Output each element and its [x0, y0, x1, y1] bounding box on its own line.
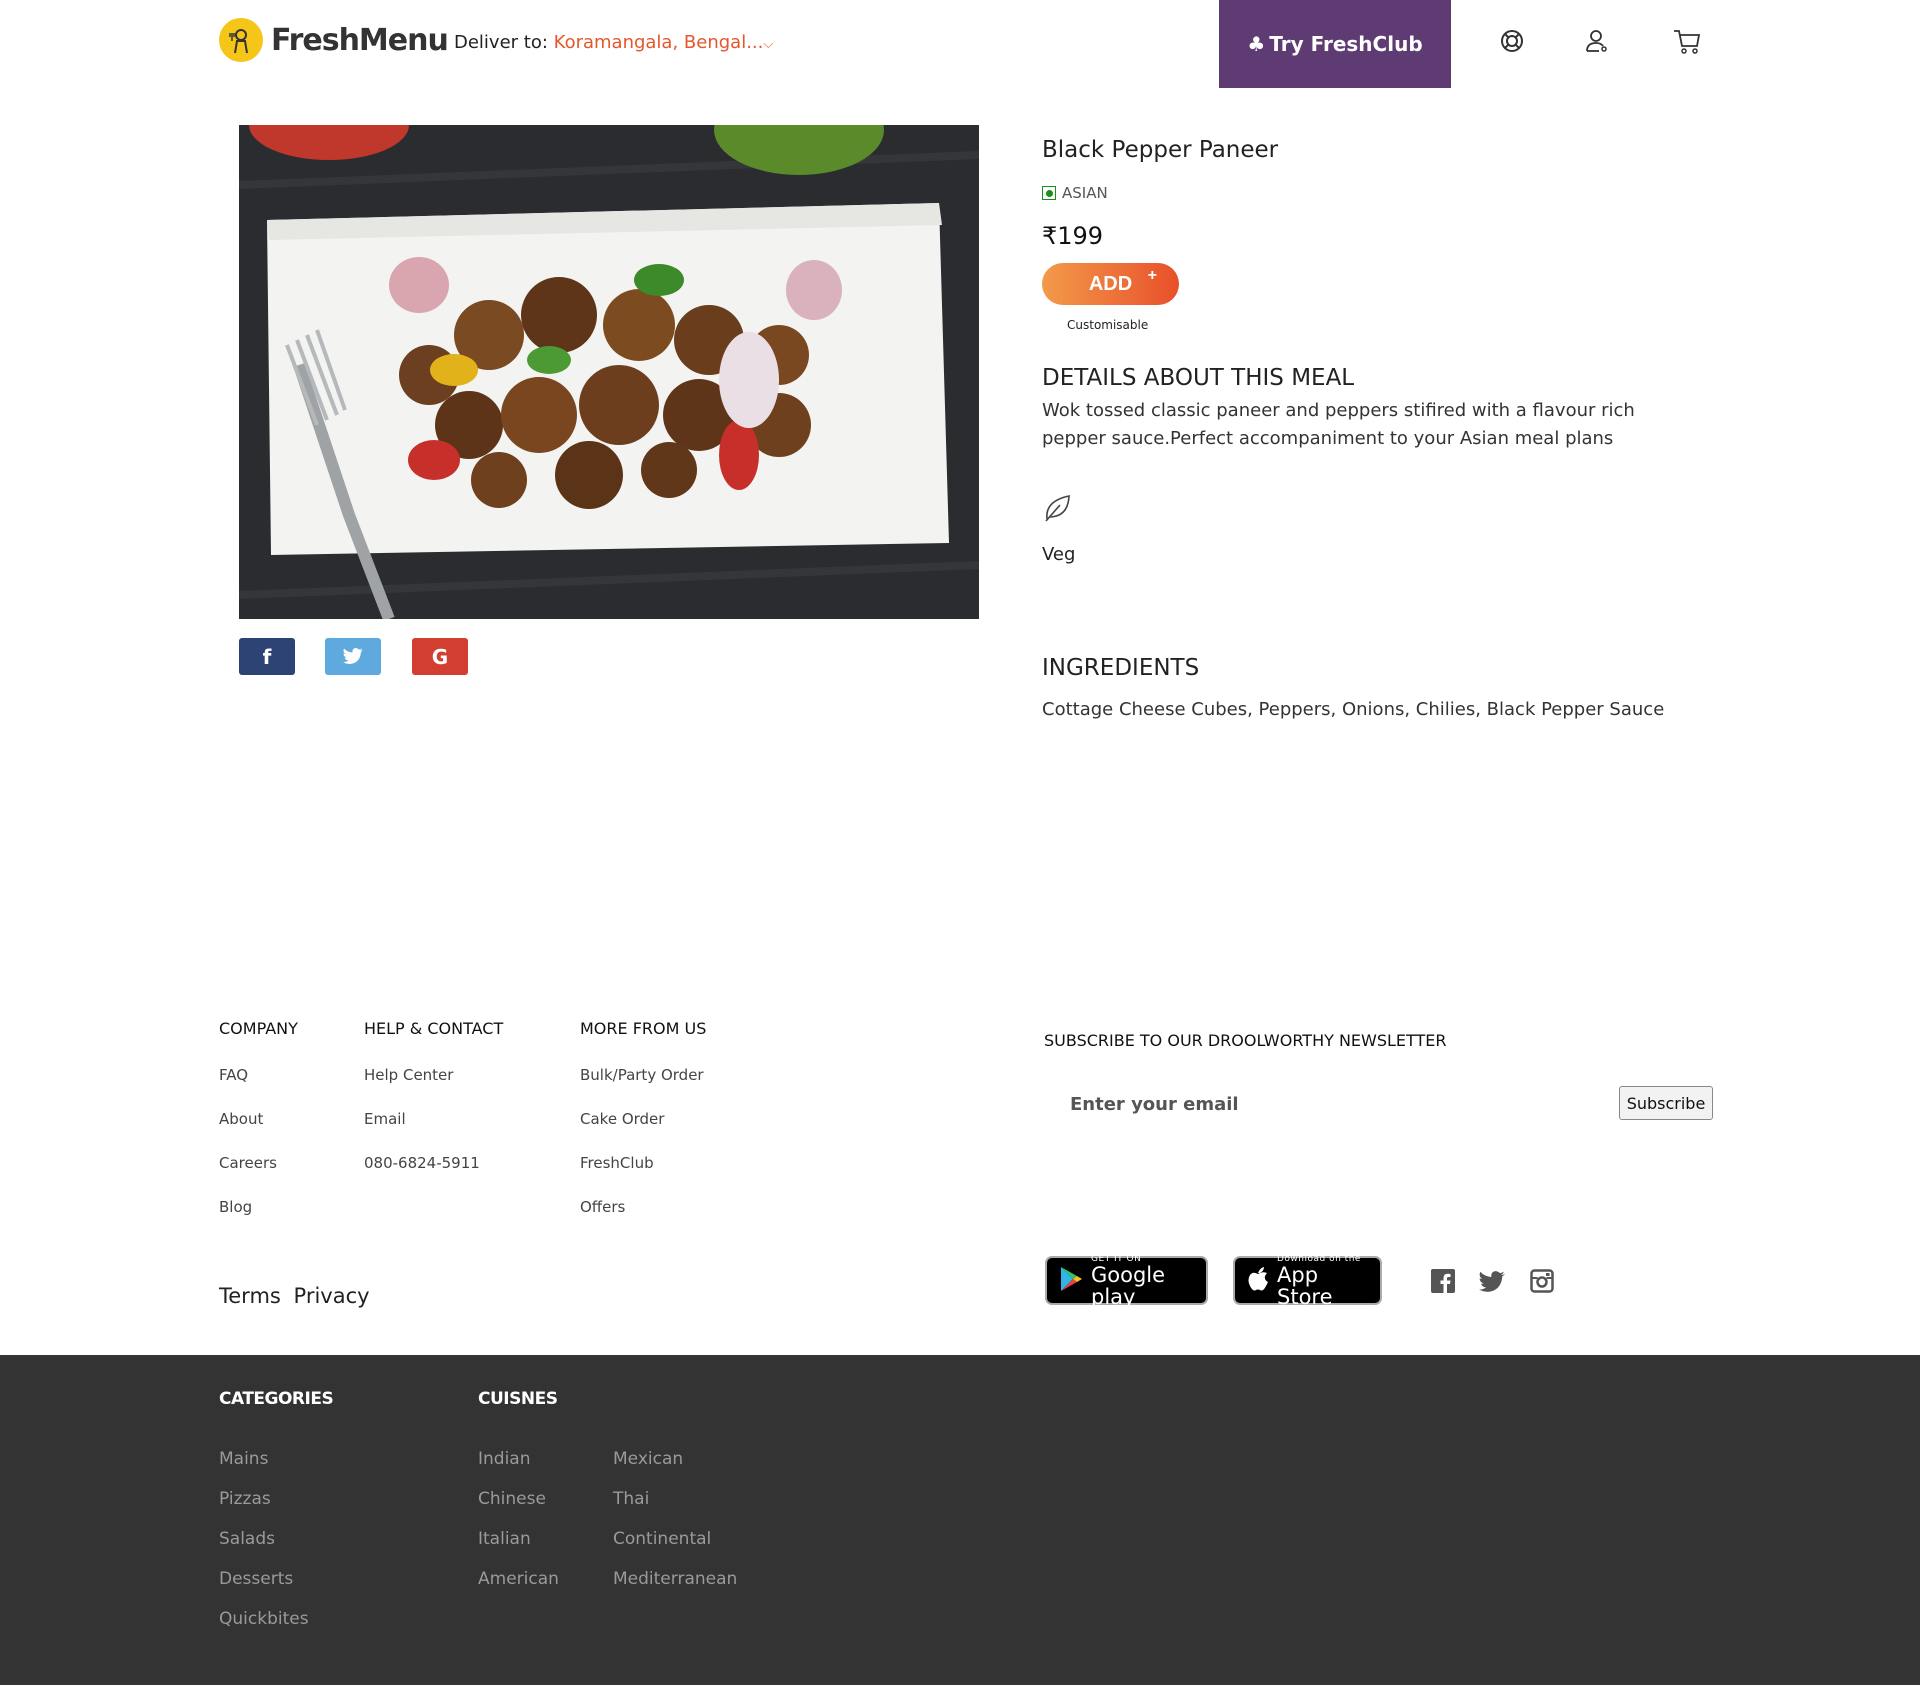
deliver-label: Deliver to:: [454, 32, 548, 53]
category-link-pizzas[interactable]: Pizzas: [219, 1489, 271, 1509]
footer-link-about[interactable]: About: [219, 1110, 263, 1128]
add-label: ADD: [1088, 272, 1133, 295]
category-link-mains[interactable]: Mains: [219, 1449, 268, 1469]
twitter-icon[interactable]: [1478, 1267, 1506, 1295]
footer-link-email[interactable]: Email: [364, 1110, 406, 1128]
newsletter-email-input[interactable]: [1050, 1086, 1600, 1122]
try-freshclub-button[interactable]: ♣ Try FreshClub: [1219, 0, 1451, 88]
cuisine-link-american[interactable]: American: [478, 1569, 559, 1589]
leaf-icon: [1042, 493, 1072, 527]
cuisines-heading: CUISNES: [478, 1389, 558, 1409]
apple-icon: [1247, 1266, 1269, 1296]
product-image: [239, 125, 979, 619]
footer-link-bulk-order[interactable]: Bulk/Party Order: [580, 1066, 704, 1084]
help-lifebuoy-icon[interactable]: [1495, 24, 1529, 58]
category-link-quickbites[interactable]: Quickbites: [219, 1609, 309, 1629]
customisable-label: Customisable: [1067, 318, 1149, 332]
share-twitter-button[interactable]: [325, 638, 381, 675]
share-google-button[interactable]: G: [412, 638, 468, 675]
footer-link-phone[interactable]: 080-6824-5911: [364, 1154, 480, 1172]
veg-label: Veg: [1042, 544, 1076, 565]
subscribe-button[interactable]: Subscribe: [1619, 1086, 1713, 1120]
cuisine-link-mexican[interactable]: Mexican: [613, 1449, 683, 1469]
app-store-badge[interactable]: Download on the App Store: [1233, 1253, 1382, 1309]
cuisine-tag: ASIAN: [1042, 184, 1108, 202]
help-contact-heading: HELP & CONTACT: [364, 1019, 504, 1038]
veg-indicator-icon: [1042, 186, 1056, 200]
ingredients-text: Cottage Cheese Cubes, Peppers, Onions, C…: [1042, 699, 1665, 720]
facebook-icon[interactable]: [1429, 1267, 1457, 1295]
footer-link-careers[interactable]: Careers: [219, 1154, 277, 1172]
user-account-icon[interactable]: [1580, 24, 1614, 58]
header: FreshMenu Deliver to: Koramangala, Benga…: [0, 0, 1920, 88]
club-icon: ♣: [1247, 32, 1266, 56]
privacy-link[interactable]: Privacy: [294, 1284, 370, 1308]
cuisine-link-thai[interactable]: Thai: [613, 1489, 649, 1509]
details-heading: DETAILS ABOUT THIS MEAL: [1042, 365, 1355, 391]
product-price: ₹199: [1042, 222, 1104, 250]
google-play-small-text: GET IT ON: [1091, 1253, 1142, 1264]
cuisine-link-indian[interactable]: Indian: [478, 1449, 531, 1469]
google-icon: G: [431, 644, 449, 669]
cuisine-link-italian[interactable]: Italian: [478, 1529, 531, 1549]
details-text: Wok tossed classic paneer and peppers st…: [1042, 400, 1635, 449]
cuisine-label: ASIAN: [1062, 184, 1108, 202]
ingredients-heading: INGREDIENTS: [1042, 655, 1200, 681]
page: FreshMenu Deliver to: Koramangala, Benga…: [0, 0, 1920, 1685]
legal-links: Terms Privacy: [219, 1284, 370, 1308]
newsletter-heading: SUBSCRIBE TO OUR DROOLWORTHY NEWSLETTER: [1044, 1031, 1447, 1050]
logo-chef-icon: [219, 18, 263, 62]
google-play-badge[interactable]: GET IT ON Google play: [1045, 1253, 1208, 1309]
footer-link-freshclub[interactable]: FreshClub: [580, 1154, 654, 1172]
cuisine-link-continental[interactable]: Continental: [613, 1529, 711, 1549]
freshclub-label: Try FreshClub: [1269, 32, 1423, 56]
logo[interactable]: FreshMenu: [219, 18, 449, 62]
twitter-icon: [343, 645, 363, 669]
google-play-icon: [1059, 1266, 1083, 1296]
add-to-cart-button[interactable]: ADD +: [1042, 263, 1179, 305]
cuisine-link-chinese[interactable]: Chinese: [478, 1489, 546, 1509]
categories-heading: CATEGORIES: [219, 1389, 334, 1409]
terms-link[interactable]: Terms: [219, 1284, 281, 1308]
product-title: Black Pepper Paneer: [1042, 137, 1279, 163]
share-facebook-button[interactable]: f: [239, 638, 295, 675]
chevron-down-icon[interactable]: ⌵: [763, 37, 773, 52]
footer-link-help-center[interactable]: Help Center: [364, 1066, 453, 1084]
footer-link-cake-order[interactable]: Cake Order: [580, 1110, 664, 1128]
footer-link-faq[interactable]: FAQ: [219, 1066, 248, 1084]
app-store-big-text: App Store: [1277, 1262, 1333, 1309]
cuisine-link-mediterranean[interactable]: Mediterranean: [613, 1569, 737, 1589]
instagram-icon[interactable]: [1528, 1267, 1556, 1295]
logo-text: FreshMenu: [271, 22, 449, 58]
category-link-desserts[interactable]: Desserts: [219, 1569, 293, 1589]
category-link-salads[interactable]: Salads: [219, 1529, 275, 1549]
footer-link-offers[interactable]: Offers: [580, 1198, 625, 1216]
footer-link-blog[interactable]: Blog: [219, 1198, 252, 1216]
more-from-us-heading: MORE FROM US: [580, 1019, 707, 1038]
app-store-small-text: Download on the: [1277, 1253, 1361, 1264]
google-play-big-text: Google play: [1091, 1262, 1166, 1309]
plus-icon: +: [1147, 267, 1157, 284]
cart-icon[interactable]: [1670, 24, 1704, 58]
facebook-icon: f: [262, 644, 272, 669]
company-heading: COMPANY: [219, 1019, 298, 1038]
deliver-to[interactable]: Deliver to: Koramangala, Bengal...⌵: [454, 32, 773, 53]
deliver-location[interactable]: Koramangala, Bengal...: [554, 32, 764, 53]
